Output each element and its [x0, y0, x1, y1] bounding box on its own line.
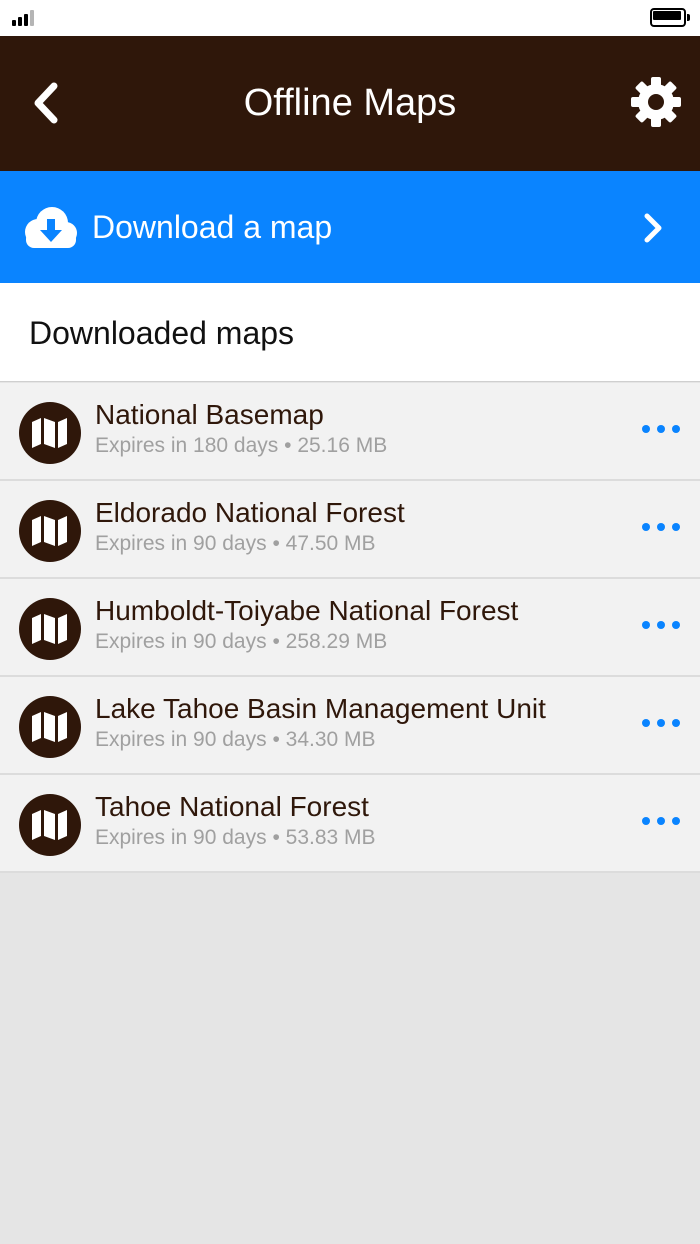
map-name: Tahoe National Forest	[95, 791, 369, 822]
downloaded-map-list: National Basemap Expires in 180 days • 2…	[0, 383, 700, 873]
map-name: Eldorado National Forest	[95, 497, 405, 528]
meta-separator: •	[284, 434, 292, 457]
meta-separator: •	[272, 728, 280, 751]
ellipsis-icon	[642, 523, 650, 531]
battery-icon	[650, 8, 690, 27]
map-size: 25.16 MB	[297, 434, 388, 457]
meta-separator: •	[272, 532, 280, 555]
map-meta: Expires in 90 days • 34.30 MB	[95, 726, 376, 754]
map-name: Lake Tahoe Basin Management Unit	[95, 693, 546, 724]
more-options-button[interactable]	[642, 516, 680, 538]
page-title: Offline Maps	[243, 82, 457, 124]
signal-bars-icon	[12, 8, 38, 26]
map-meta: Expires in 90 days • 53.83 MB	[95, 824, 376, 852]
map-list-item[interactable]: Humboldt-Toiyabe National Forest Expires…	[0, 579, 700, 677]
ellipsis-icon	[642, 425, 650, 433]
nav-bar: Offline Maps	[0, 36, 700, 171]
more-options-button[interactable]	[642, 614, 680, 636]
map-icon	[19, 696, 81, 758]
downloaded-maps-header: Downloaded maps	[0, 283, 700, 382]
meta-separator: •	[272, 630, 280, 653]
settings-button[interactable]	[628, 74, 684, 130]
more-options-button[interactable]	[642, 810, 680, 832]
map-size: 47.50 MB	[285, 532, 376, 555]
map-expiry: Expires in 90 days	[95, 826, 267, 849]
map-expiry: Expires in 90 days	[95, 532, 267, 555]
chevron-right-icon	[644, 213, 662, 243]
map-size: 34.30 MB	[285, 728, 376, 751]
meta-separator: •	[272, 826, 280, 849]
map-expiry: Expires in 90 days	[95, 630, 267, 653]
cloud-download-icon	[25, 207, 77, 248]
map-size: 53.83 MB	[285, 826, 376, 849]
download-map-button[interactable]: Download a map	[0, 171, 700, 283]
section-title: Downloaded maps	[29, 315, 295, 351]
map-list-item[interactable]: National Basemap Expires in 180 days • 2…	[0, 383, 700, 481]
more-options-button[interactable]	[642, 712, 680, 734]
download-map-label: Download a map	[92, 209, 333, 245]
map-list-item[interactable]: Eldorado National Forest Expires in 90 d…	[0, 481, 700, 579]
map-expiry: Expires in 180 days	[95, 434, 279, 457]
map-icon	[19, 500, 81, 562]
map-list-item[interactable]: Lake Tahoe Basin Management Unit Expires…	[0, 677, 700, 775]
map-list-item[interactable]: Tahoe National Forest Expires in 90 days…	[0, 775, 700, 873]
map-icon	[19, 598, 81, 660]
map-meta: Expires in 90 days • 258.29 MB	[95, 628, 387, 656]
ellipsis-icon	[642, 817, 650, 825]
map-expiry: Expires in 90 days	[95, 728, 267, 751]
map-icon	[19, 402, 81, 464]
map-size: 258.29 MB	[285, 630, 388, 653]
status-bar	[0, 0, 700, 36]
ellipsis-icon	[642, 719, 650, 727]
map-icon	[19, 794, 81, 856]
map-meta: Expires in 180 days • 25.16 MB	[95, 432, 387, 460]
map-meta: Expires in 90 days • 47.50 MB	[95, 530, 376, 558]
map-name: Humboldt-Toiyabe National Forest	[95, 595, 519, 626]
map-name: National Basemap	[95, 399, 324, 430]
gear-icon	[631, 77, 681, 127]
ellipsis-icon	[642, 621, 650, 629]
more-options-button[interactable]	[642, 418, 680, 440]
